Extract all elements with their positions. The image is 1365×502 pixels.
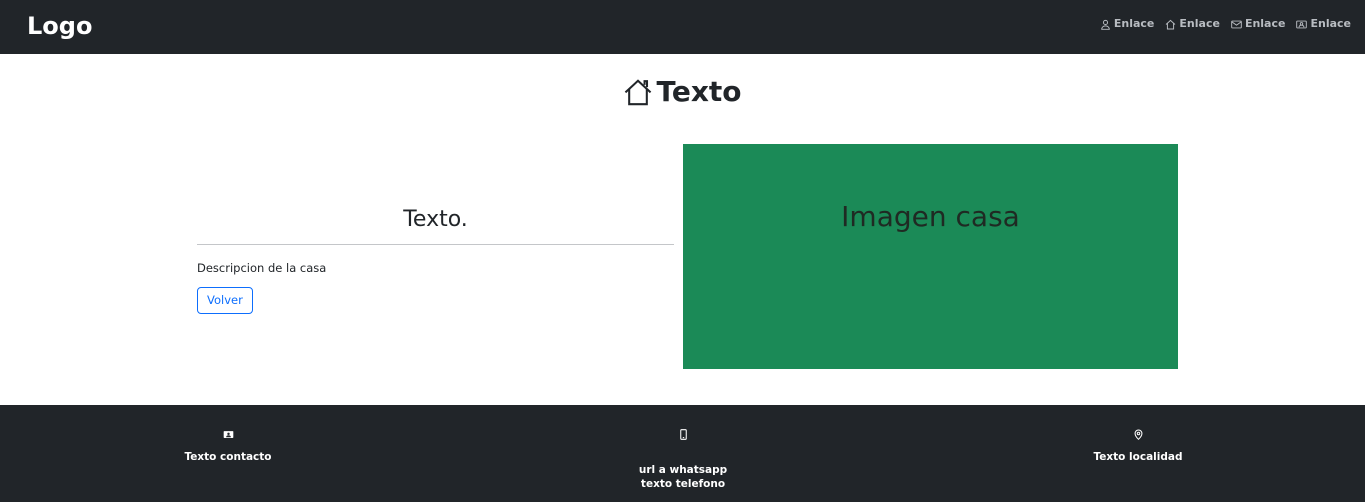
phone-text: texto telefono <box>640 478 726 490</box>
footer-whatsapp: url a whatsapp texto telefono <box>608 429 758 491</box>
envelope-icon <box>1231 20 1242 28</box>
divider <box>197 244 674 245</box>
nav-link-contact[interactable]: Enlace <box>1296 17 1351 31</box>
footer: Texto contacto url a whatsapp texto tele… <box>0 405 1365 502</box>
nav-link-house[interactable]: Enlace <box>1165 17 1220 31</box>
footer-contact-text: Texto contacto <box>184 451 272 463</box>
phone-icon <box>679 429 687 440</box>
house-info: Texto. Descripcion de la casa Volver <box>197 200 674 314</box>
house-icon <box>625 79 652 106</box>
footer-contact: Texto contacto <box>153 429 303 464</box>
nav-link-label: Enlace <box>1310 17 1351 30</box>
top-navbar: Logo Enlace Enlace Enlace Enlace <box>0 0 1365 54</box>
nav-link-label: Enlace <box>1244 17 1286 30</box>
contact-card-icon <box>223 431 233 438</box>
page-title-text: Texto <box>656 75 742 108</box>
nav-link-envelope[interactable]: Enlace <box>1231 17 1286 31</box>
page-title: Texto <box>0 72 1365 112</box>
footer-location-text: Texto localidad <box>1093 451 1183 463</box>
logo[interactable]: Logo <box>27 11 92 41</box>
contact-card-icon <box>1296 20 1308 28</box>
house-image-label: Imagen casa <box>841 200 1020 233</box>
nav-link-label: Enlace <box>1113 17 1155 30</box>
nav-link-label: Enlace <box>1179 17 1220 30</box>
location-pin-icon <box>1134 429 1142 440</box>
nav-link-person[interactable]: Enlace <box>1100 17 1155 31</box>
house-icon <box>1166 19 1176 29</box>
person-icon <box>1101 19 1110 30</box>
nav-links: Enlace Enlace Enlace Enlace <box>1100 17 1351 31</box>
house-title: Texto. <box>403 207 468 232</box>
house-image-placeholder: Imagen casa <box>683 144 1178 369</box>
back-button[interactable]: Volver <box>197 287 253 314</box>
whatsapp-link[interactable]: url a whatsapp <box>608 463 758 477</box>
footer-location: Texto localidad <box>1063 429 1213 464</box>
footer-whatsapp-texts: url a whatsapp texto telefono <box>608 463 758 491</box>
house-description: Descripcion de la casa <box>197 261 327 275</box>
